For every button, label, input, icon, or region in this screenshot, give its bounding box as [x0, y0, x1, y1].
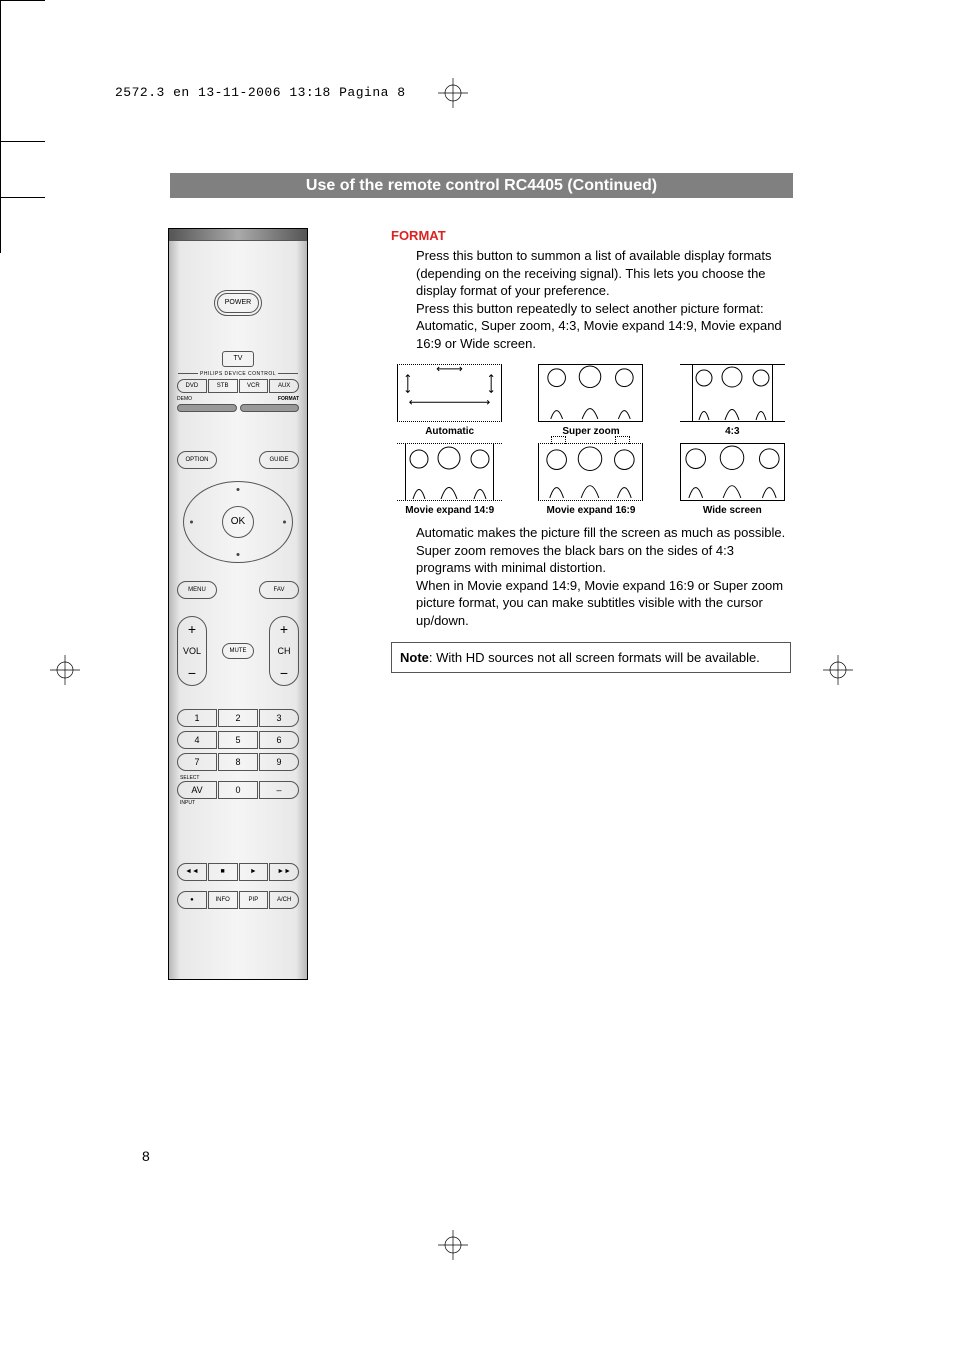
num-7: 7	[177, 753, 217, 771]
automatic-format-icon	[397, 364, 502, 422]
num-5: 5	[218, 731, 258, 749]
vcr-button: VCR	[239, 379, 269, 393]
body-paragraph: Press this button to summon a list of av…	[416, 247, 791, 300]
crop-mark	[0, 142, 1, 197]
format-label: Movie expand 16:9	[532, 505, 649, 516]
crop-mark	[0, 0, 45, 1]
stop-button: ■	[208, 863, 238, 881]
num-0: 0	[218, 781, 258, 799]
format-button	[240, 404, 300, 412]
input-label: INPUT	[180, 800, 299, 806]
guide-button: GUIDE	[259, 451, 299, 469]
register-mark-icon	[823, 655, 853, 685]
register-mark-icon	[438, 1230, 468, 1260]
body-paragraph: Press this button repeatedly to select a…	[416, 300, 791, 353]
register-mark-icon	[438, 78, 468, 108]
mute-button: MUTE	[222, 643, 254, 659]
num-6: 6	[259, 731, 299, 749]
remote-control-diagram: POWER TV PHILIPS DEVICE CONTROL DVD STB …	[168, 228, 308, 980]
dpad: OK	[183, 481, 293, 563]
movie-16-9-format-icon	[538, 443, 643, 501]
print-header: 2572.3 en 13-11-2006 13:18 Pagina 8	[115, 85, 406, 100]
body-paragraph: Automatic makes the picture fill the scr…	[416, 524, 791, 542]
play-button: ►	[239, 863, 269, 881]
menu-button: MENU	[177, 581, 217, 599]
note-label: Note	[400, 650, 429, 665]
format-examples-grid: Automatic Super zoom	[391, 364, 791, 516]
number-pad: 1 2 3 4 5 6 7 8 9 SELECT AV 0 – INPUT	[177, 709, 299, 806]
stb-button: STB	[208, 379, 238, 393]
option-button: OPTION	[177, 451, 217, 469]
demo-label: DEMO	[177, 396, 192, 402]
crop-mark	[0, 197, 45, 198]
demo-button	[177, 404, 237, 412]
format-heading: FORMAT	[391, 228, 791, 243]
dash-button: –	[259, 781, 299, 799]
format-label: 4:3	[674, 426, 791, 437]
super-zoom-format-icon	[538, 364, 643, 422]
crop-mark	[0, 198, 1, 253]
ok-button: OK	[222, 506, 254, 538]
power-button: POWER	[217, 293, 259, 313]
ffwd-button: ►►	[269, 863, 299, 881]
tv-button: TV	[222, 351, 254, 367]
format-label: FORMAT	[278, 396, 299, 402]
format-label: Super zoom	[532, 426, 649, 437]
crop-mark	[0, 56, 1, 141]
dvd-button: DVD	[177, 379, 207, 393]
pip-button: PIP	[239, 891, 269, 909]
channel-rocker: +CH−	[269, 616, 299, 686]
num-2: 2	[218, 709, 258, 727]
body-paragraph: When in Movie expand 14:9, Movie expand …	[416, 577, 791, 630]
4-3-format-icon	[680, 364, 785, 422]
format-label: Wide screen	[674, 505, 791, 516]
volume-rocker: +VOL−	[177, 616, 207, 686]
num-1: 1	[177, 709, 217, 727]
av-button: AV	[177, 781, 217, 799]
note-box: Note: With HD sources not all screen for…	[391, 642, 791, 674]
aux-button: AUX	[269, 379, 299, 393]
fav-button: FAV	[259, 581, 299, 599]
num-9: 9	[259, 753, 299, 771]
crop-mark	[0, 1, 1, 56]
format-label: Movie expand 14:9	[391, 505, 508, 516]
rewind-button: ◄◄	[177, 863, 207, 881]
ach-button: A/CH	[269, 891, 299, 909]
num-8: 8	[218, 753, 258, 771]
record-button: ●	[177, 891, 207, 909]
wide-screen-format-icon	[680, 443, 785, 501]
page-number: 8	[142, 1148, 150, 1164]
register-mark-icon	[50, 655, 80, 685]
movie-14-9-format-icon	[397, 443, 502, 501]
page-title: Use of the remote control RC4405 (Contin…	[170, 173, 793, 198]
note-text: : With HD sources not all screen formats…	[429, 650, 760, 665]
device-control-label: PHILIPS DEVICE CONTROL	[169, 371, 307, 377]
content-body: FORMAT Press this button to summon a lis…	[391, 228, 791, 673]
num-3: 3	[259, 709, 299, 727]
info-button: INFO	[208, 891, 238, 909]
crop-mark	[0, 141, 45, 142]
num-4: 4	[177, 731, 217, 749]
body-paragraph: Super zoom removes the black bars on the…	[416, 542, 791, 577]
format-label: Automatic	[391, 426, 508, 437]
